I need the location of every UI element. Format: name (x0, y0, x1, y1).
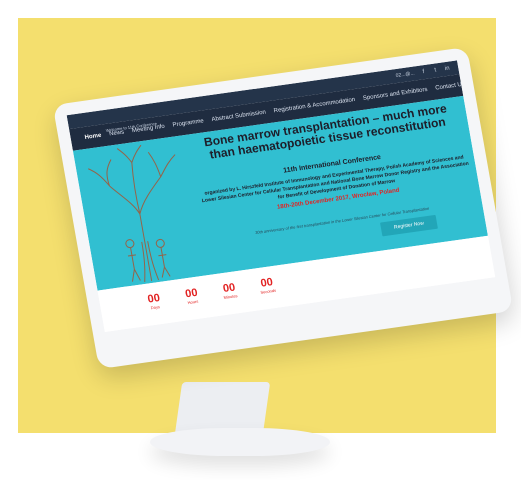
monitor: 02...@... f t in Home News Meeting Info … (52, 46, 514, 370)
website-screen: 02...@... f t in Home News Meeting Info … (66, 60, 496, 332)
nav-abstract-submission[interactable]: Abstract Submission (211, 110, 266, 124)
countdown-hours: 00 Hours (177, 286, 208, 307)
linkedin-icon[interactable]: in (444, 65, 451, 73)
nav-home[interactable]: Home (84, 133, 102, 141)
countdown-minutes: 00 Minutes (214, 280, 245, 301)
nav-sponsors[interactable]: Sponsors and Exhibitors (363, 87, 428, 102)
nav-contact[interactable]: Contact Us (435, 82, 465, 92)
countdown-days: 00 Days (139, 291, 170, 312)
nav-programme[interactable]: Programme (172, 118, 204, 128)
twitter-icon[interactable]: t (432, 67, 439, 74)
tree-illustration (88, 144, 176, 282)
topbar-email[interactable]: 02...@... (395, 70, 415, 79)
register-button[interactable]: Register Now (380, 214, 438, 237)
countdown-seconds: 00 Seconds (252, 275, 283, 296)
conference-logo[interactable] (75, 133, 78, 145)
facebook-icon[interactable]: f (420, 69, 427, 76)
